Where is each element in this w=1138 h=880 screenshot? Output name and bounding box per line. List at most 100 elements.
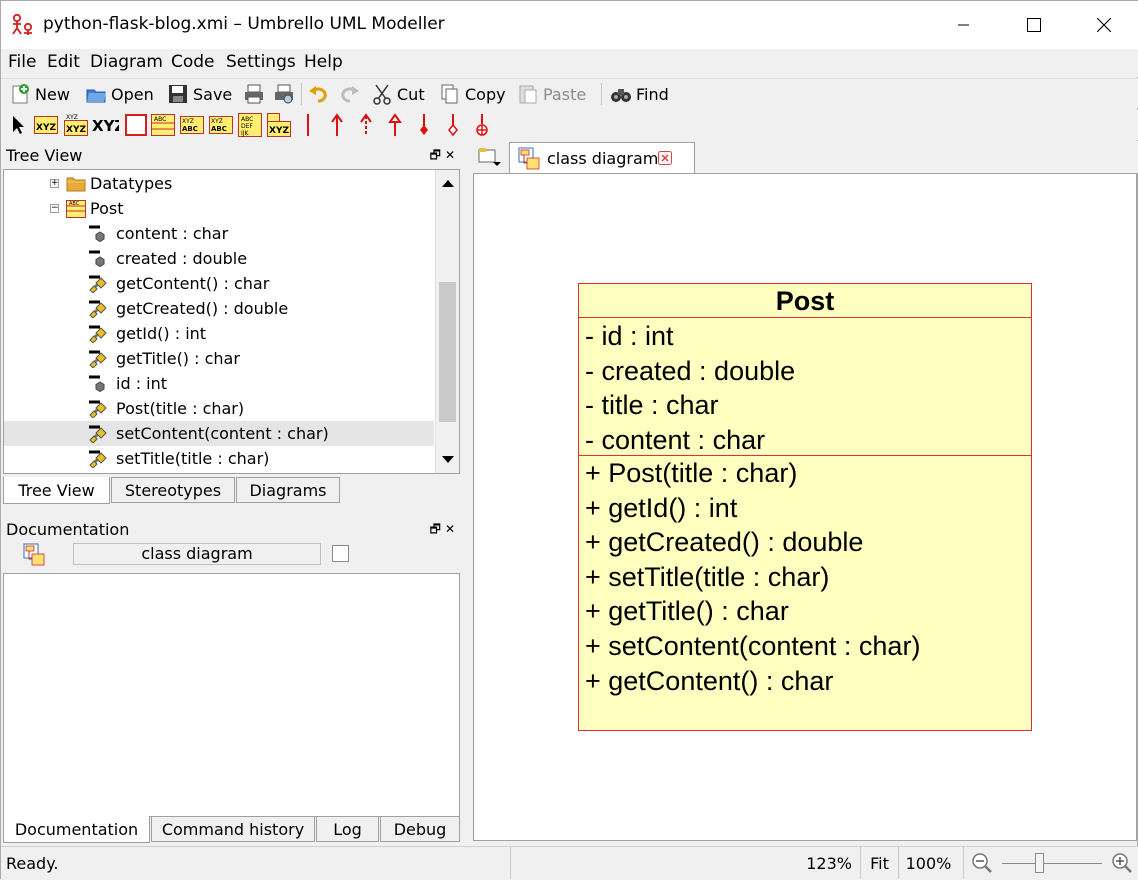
tab-stereotypes[interactable]: Stereotypes	[111, 477, 235, 503]
tree-item[interactable]: getId() : int	[4, 321, 434, 346]
print-preview-button[interactable]	[273, 81, 299, 107]
find-button[interactable]: Find	[610, 81, 669, 107]
scroll-down-arrow[interactable]	[438, 450, 458, 470]
scroll-up-arrow[interactable]	[438, 173, 458, 193]
operation-icon	[89, 400, 107, 418]
tab-diagrams[interactable]: Diagrams	[236, 477, 340, 503]
tree-item-label: created : double	[116, 249, 248, 268]
tree-item[interactable]: setTitle(title : char)	[4, 446, 434, 471]
generalization-tool[interactable]	[324, 112, 350, 138]
menu-settings[interactable]: Settings	[226, 52, 296, 72]
tree-item[interactable]: Post(title : char)	[4, 396, 434, 421]
tree-item[interactable]: + Datatypes	[4, 171, 434, 196]
zoom-slider-track[interactable]	[1002, 863, 1102, 864]
menu-bar: File Edit Diagram Code Settings Help	[1, 49, 1138, 77]
box-tool[interactable]	[123, 112, 149, 138]
zoom-out-button[interactable]	[963, 847, 999, 879]
documentation-textarea[interactable]	[3, 573, 460, 817]
tab-tree-view[interactable]: Tree View	[3, 477, 110, 504]
tree-item[interactable]: − ABC Post	[4, 196, 434, 221]
menu-file[interactable]: File	[8, 52, 36, 72]
uml-attribute: - created : double	[585, 355, 796, 386]
umbrello-window: python-flask-blog.xmi – Umbrello UML Mod…	[0, 0, 1138, 880]
scroll-thumb[interactable]	[439, 282, 456, 422]
tree-item-label: setContent(content : char)	[116, 424, 329, 443]
collapse-toggle[interactable]: −	[50, 204, 59, 213]
tab-command-history[interactable]: Command history	[151, 816, 315, 842]
float-icon[interactable]: 🗗	[430, 522, 445, 536]
menu-help[interactable]: Help	[304, 52, 343, 72]
close-tab-icon[interactable]	[658, 151, 672, 165]
zoom-100-button[interactable]: 100%	[898, 847, 958, 879]
float-icon[interactable]: 🗗	[430, 148, 445, 162]
tree-dock-tabs: Tree View Stereotypes Diagrams	[3, 477, 463, 505]
tab-log[interactable]: Log	[316, 816, 379, 842]
realization-tool[interactable]	[382, 112, 408, 138]
redo-button[interactable]	[338, 81, 364, 107]
dock-buttons: 🗗✕	[430, 520, 459, 541]
containment-tool[interactable]	[469, 112, 495, 138]
fit-button[interactable]: Fit	[860, 847, 898, 879]
maximize-button[interactable]	[999, 1, 1069, 49]
expand-toggle[interactable]: +	[50, 179, 59, 188]
svg-text:ABC: ABC	[211, 125, 227, 133]
zoom-slider-handle[interactable]	[1035, 853, 1044, 873]
tree-dock-label: Tree View	[6, 146, 83, 165]
interface-xyz-icon: XYZ XYZ	[64, 114, 88, 136]
tree-item[interactable]: content : char	[4, 221, 434, 246]
entity-tool[interactable]: XYZ ABC	[179, 112, 205, 138]
tree-item[interactable]: getTitle() : char	[4, 346, 434, 371]
tree-item[interactable]: id : int	[4, 371, 434, 396]
attribute-icon	[89, 250, 105, 268]
menu-code[interactable]: Code	[171, 52, 215, 72]
dock-close-icon[interactable]: ✕	[445, 522, 459, 536]
association-tool[interactable]	[295, 112, 321, 138]
cut-button[interactable]: Cut	[371, 81, 425, 107]
dock-close-icon[interactable]: ✕	[445, 148, 459, 162]
tab-debug[interactable]: Debug	[380, 816, 460, 842]
paste-button[interactable]: Paste	[517, 81, 586, 107]
template-tool[interactable]: XYZ	[266, 112, 292, 138]
new-diagram-tab-button[interactable]	[477, 145, 505, 171]
folder-icon	[66, 177, 86, 192]
tree-item[interactable]: created : double	[4, 246, 434, 271]
uml-class-post[interactable]: Post - id : int - created : double - title…	[578, 283, 1032, 731]
composition-tool[interactable]	[411, 112, 437, 138]
new-button[interactable]: New	[9, 81, 70, 107]
interface-tool[interactable]: XYZ XYZ	[63, 112, 89, 138]
open-button[interactable]: Open	[85, 81, 154, 107]
tab-class-diagram[interactable]: class diagram	[509, 142, 695, 173]
undo-button[interactable]	[308, 81, 334, 107]
diagram-canvas[interactable]: Post - id : int - created : double - title…	[473, 173, 1137, 841]
copy-button[interactable]: Copy	[439, 81, 506, 107]
tree-item[interactable]: getContent() : char	[4, 271, 434, 296]
open-label: Open	[111, 84, 154, 104]
save-button[interactable]: Save	[167, 81, 232, 107]
containment-icon	[476, 114, 488, 136]
tree-view[interactable]: + Datatypes − ABC Post content : char created …	[3, 169, 460, 474]
select-tool[interactable]	[5, 112, 31, 138]
zoom-in-button[interactable]	[1105, 847, 1138, 879]
datatype-tool[interactable]: XYZ	[91, 112, 119, 138]
svg-text:ABC: ABC	[154, 116, 166, 123]
save-disk-icon	[169, 85, 187, 103]
tree-scrollbar[interactable]	[435, 170, 459, 473]
aggregation-tool[interactable]	[440, 112, 466, 138]
menu-diagram[interactable]: Diagram	[90, 52, 163, 72]
class-tool[interactable]: XYZ	[33, 112, 59, 138]
minimize-button[interactable]	[929, 1, 999, 49]
close-window-button[interactable]	[1069, 1, 1138, 49]
tab-documentation[interactable]: Documentation	[3, 816, 150, 843]
dependency-tool[interactable]	[353, 112, 379, 138]
component-tool[interactable]: ABC DEF IJK	[237, 112, 263, 138]
copy-icon	[441, 84, 458, 104]
menu-edit[interactable]: Edit	[47, 52, 80, 72]
enum-tool[interactable]: ABC	[150, 112, 176, 138]
package-tool[interactable]: XYZ ABC	[208, 112, 234, 138]
close-icon	[1097, 18, 1111, 32]
print-button[interactable]	[243, 81, 269, 107]
find-label: Find	[636, 84, 669, 104]
tree-item[interactable]: setContent(content : char)	[4, 421, 434, 446]
doc-checkbox[interactable]	[332, 545, 349, 562]
tree-item[interactable]: getCreated() : double	[4, 296, 434, 321]
